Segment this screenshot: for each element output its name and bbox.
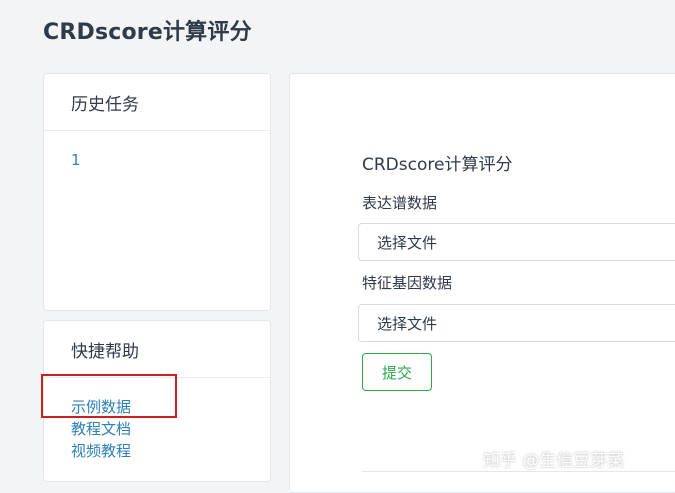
form-title: CRDscore计算评分 [362,155,513,175]
history-item-link[interactable]: 1 [71,151,243,169]
example-data-link[interactable]: 示例数据 [71,396,243,418]
gene-file-input[interactable]: 选择文件 [358,304,675,342]
tutorial-doc-link[interactable]: 教程文档 [71,418,243,440]
help-card: 快捷帮助 示例数据 教程文档 视频教程 [43,320,271,482]
expression-file-button-label: 选择文件 [377,233,438,252]
history-card: 历史任务 1 [43,73,271,311]
help-links: 示例数据 教程文档 视频教程 [44,378,270,462]
help-card-title: 快捷帮助 [44,321,270,378]
history-list: 1 [44,131,270,189]
gene-data-label: 特征基因数据 [362,274,453,292]
gene-file-button-label: 选择文件 [377,314,438,333]
history-card-title: 历史任务 [44,74,270,131]
main-form-card: CRDscore计算评分 表达谱数据 选择文件 特征基因数据 选择文件 提交 [289,73,675,493]
page-title: CRDscore计算评分 [43,20,252,45]
video-tutorial-link[interactable]: 视频教程 [71,440,243,462]
expression-file-input[interactable]: 选择文件 [358,223,675,261]
submit-button[interactable]: 提交 [362,353,432,391]
expression-data-label: 表达谱数据 [362,194,438,212]
watermark-text: 知乎 @生信豆芽菜 [483,451,625,471]
form-divider [362,471,675,472]
